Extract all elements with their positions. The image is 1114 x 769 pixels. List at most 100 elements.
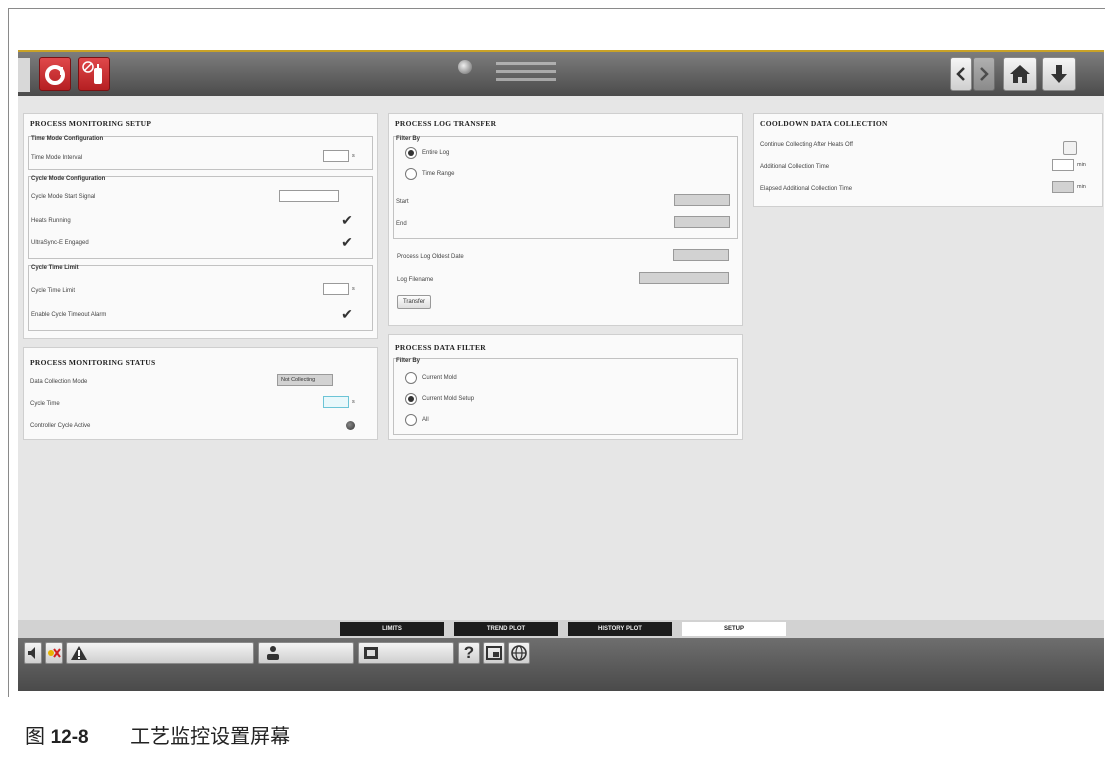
figure-caption: 图 12-8 工艺监控设置屏幕 — [25, 720, 290, 749]
warning-icon — [71, 646, 87, 660]
cycle-time-limit-field[interactable] — [323, 283, 349, 295]
mold-icon — [364, 647, 378, 659]
cycle-mode-start-signal-label: Cycle Mode Start Signal — [31, 194, 96, 200]
data-filter-panel: PROCESS DATA FILTER Filter By Current Mo… — [388, 334, 743, 440]
user-button[interactable] — [258, 642, 354, 664]
oldest-date-label: Process Log Oldest Date — [397, 254, 464, 260]
time-mode-interval-label: Time Mode Interval — [31, 155, 83, 161]
status-indicator-icon — [458, 60, 472, 74]
all-radio[interactable] — [405, 414, 417, 426]
cycle-time-unit: s — [352, 399, 355, 405]
elapsed-time-field — [1052, 181, 1074, 193]
cycle-mode-group: Cycle Mode Configuration Cycle Mode Star… — [28, 176, 373, 259]
log-transfer-panel: PROCESS LOG TRANSFER Filter By Entire Lo… — [388, 113, 743, 326]
language-button[interactable] — [508, 642, 530, 664]
alarm-cancel-icon — [48, 648, 61, 658]
group-title: Filter By — [396, 358, 421, 364]
start-label: Start — [396, 199, 409, 205]
continue-collecting-checkbox[interactable] — [1063, 141, 1077, 155]
heats-running-label: Heats Running — [31, 218, 71, 224]
help-icon: ? — [463, 643, 475, 662]
tab-limits[interactable]: LIMITS — [340, 622, 444, 636]
log-filename-field[interactable] — [639, 272, 729, 284]
screenshot-button[interactable] — [483, 642, 505, 664]
log-filter-group: Filter By Entire Log Time Range Start En… — [393, 136, 738, 239]
caption-text: 工艺监控设置屏幕 — [130, 726, 291, 748]
tab-trend-plot[interactable]: TREND PLOT — [454, 622, 558, 636]
caption-number: 12-8 — [50, 727, 89, 748]
chevron-left-icon — [956, 67, 965, 81]
user-icon — [267, 646, 279, 660]
additional-time-label: Additional Collection Time — [760, 164, 830, 170]
home-button[interactable] — [1003, 57, 1037, 91]
entire-log-label: Entire Log — [422, 150, 450, 156]
top-bar — [18, 50, 1104, 96]
alarm-silence-button[interactable] — [45, 642, 63, 664]
cycle-active-indicator-icon — [346, 421, 355, 430]
controller-cycle-active-label: Controller Cycle Active — [30, 423, 91, 429]
speaker-icon — [28, 647, 35, 659]
transfer-button[interactable]: Transfer — [397, 295, 431, 309]
elapsed-time-unit: min — [1077, 184, 1086, 190]
end-field — [674, 216, 730, 228]
cooldown-panel: COOLDOWN DATA COLLECTION Continue Collec… — [753, 113, 1103, 207]
entire-log-radio[interactable] — [405, 147, 417, 159]
heater-off-icon — [82, 61, 102, 84]
group-title: Time Mode Configuration — [31, 136, 104, 142]
time-mode-group: Time Mode Configuration Time Mode Interv… — [28, 136, 373, 170]
cycle-time-limit-group: Cycle Time Limit Cycle Time Limit s Enab… — [28, 265, 373, 331]
hmi-screen: PROCESS MONITORING SETUP Time Mode Confi… — [18, 50, 1104, 691]
ultrasync-checkbox[interactable]: ✔ — [340, 235, 354, 249]
log-filename-label: Log Filename — [397, 277, 434, 283]
panel-title: PROCESS DATA FILTER — [395, 343, 487, 352]
ultrasync-label: UltraSync-E Engaged — [31, 240, 89, 246]
panel-title: PROCESS LOG TRANSFER — [395, 119, 497, 128]
additional-time-field[interactable] — [1052, 159, 1074, 171]
monitoring-status-panel: PROCESS MONITORING STATUS Data Collectio… — [23, 347, 378, 440]
cycle-timeout-alarm-label: Enable Cycle Timeout Alarm — [31, 312, 107, 318]
download-button[interactable] — [1042, 57, 1076, 91]
back-button[interactable] — [950, 57, 972, 91]
chevron-right-icon — [980, 67, 989, 81]
mold-status-button[interactable] — [358, 642, 454, 664]
additional-time-unit: min — [1077, 162, 1086, 168]
group-title: Cycle Mode Configuration — [31, 176, 106, 182]
time-range-radio[interactable] — [405, 168, 417, 180]
time-mode-interval-field[interactable] — [323, 150, 349, 162]
start-field — [674, 194, 730, 206]
data-filter-group: Filter By Current Mold Current Mold Setu… — [393, 358, 738, 435]
cycle-timeout-alarm-checkbox[interactable]: ✔ — [340, 307, 354, 321]
help-button[interactable]: ? — [458, 642, 480, 664]
end-label: End — [396, 221, 407, 227]
alarm-logo-button[interactable] — [39, 57, 71, 91]
monitoring-setup-panel: PROCESS MONITORING SETUP Time Mode Confi… — [23, 113, 378, 339]
time-mode-interval-unit: s — [352, 153, 355, 159]
elapsed-time-label: Elapsed Additional Collection Time — [760, 186, 853, 192]
time-range-label: Time Range — [422, 171, 455, 177]
data-collection-mode-label: Data Collection Mode — [30, 379, 88, 385]
group-title: Filter By — [396, 136, 421, 142]
current-mold-radio[interactable] — [405, 372, 417, 384]
screenshot-icon — [486, 646, 502, 660]
arrow-down-icon — [1051, 65, 1067, 83]
oldest-date-field — [673, 249, 729, 261]
tab-setup[interactable]: SETUP — [682, 622, 786, 636]
panel-title: COOLDOWN DATA COLLECTION — [760, 119, 888, 128]
bottom-bar: ? — [18, 638, 1104, 691]
heats-off-button[interactable] — [78, 57, 110, 91]
panel-title: PROCESS MONITORING STATUS — [30, 358, 156, 367]
mute-button[interactable] — [24, 642, 42, 664]
cycle-mode-start-signal-select[interactable] — [279, 190, 339, 202]
heats-running-checkbox[interactable]: ✔ — [340, 213, 354, 227]
tab-bar: LIMITS TREND PLOT HISTORY PLOT SETUP — [18, 620, 1104, 638]
group-title: Cycle Time Limit — [31, 265, 79, 271]
current-mold-setup-label: Current Mold Setup — [422, 396, 475, 402]
forward-button[interactable] — [973, 57, 995, 91]
current-mold-setup-radio[interactable] — [405, 393, 417, 405]
status-summary — [496, 57, 556, 86]
tab-history-plot[interactable]: HISTORY PLOT — [568, 622, 672, 636]
alarm-message-button[interactable] — [66, 642, 254, 664]
all-label: All — [422, 417, 429, 423]
continue-collecting-label: Continue Collecting After Heats Off — [760, 142, 853, 148]
cycle-time-label: Cycle Time — [30, 401, 60, 407]
